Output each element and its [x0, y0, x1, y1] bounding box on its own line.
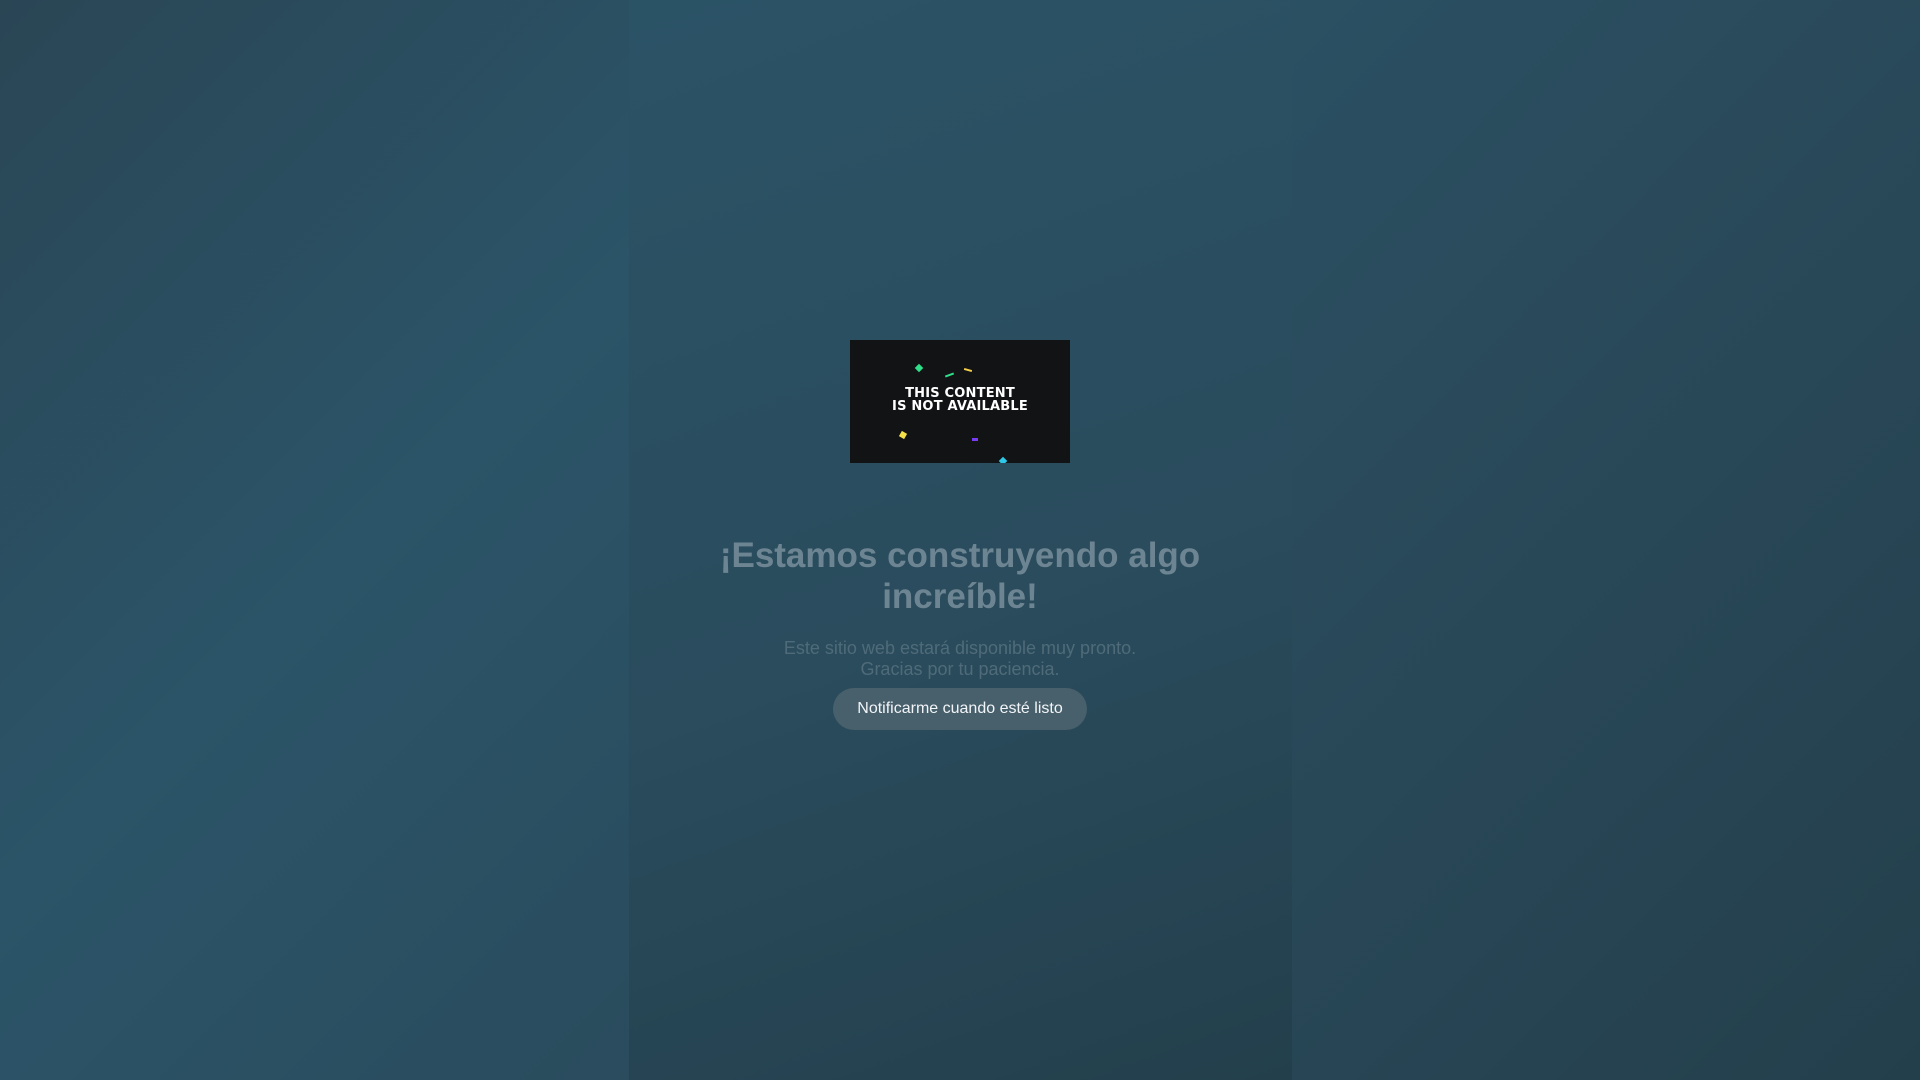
subtitle-line-2: Gracias por tu paciencia. — [860, 659, 1060, 679]
subtitle-line-1: Este sitio web estará disponible muy pro… — [783, 638, 1137, 658]
page-title: ¡Estamos construyendo algo increíble! — [719, 536, 1201, 616]
content-unavailable-image: THIS CONTENT IS NOT AVAILABLE — [850, 340, 1070, 463]
confetti-icon — [898, 430, 908, 440]
content-unavailable-text: THIS CONTENT IS NOT AVAILABLE — [850, 387, 1070, 413]
page-subtitle: Este sitio web estará disponible muy pro… — [690, 638, 1230, 680]
confetti-icon — [944, 372, 955, 378]
confetti-icon — [998, 456, 1008, 463]
notify-me-button[interactable]: Notificarme cuando esté listo — [833, 688, 1087, 730]
hero-text-line-2: IS NOT AVAILABLE — [892, 399, 1028, 414]
confetti-icon — [914, 363, 924, 373]
confetti-icon — [972, 438, 978, 441]
confetti-icon — [963, 367, 973, 373]
